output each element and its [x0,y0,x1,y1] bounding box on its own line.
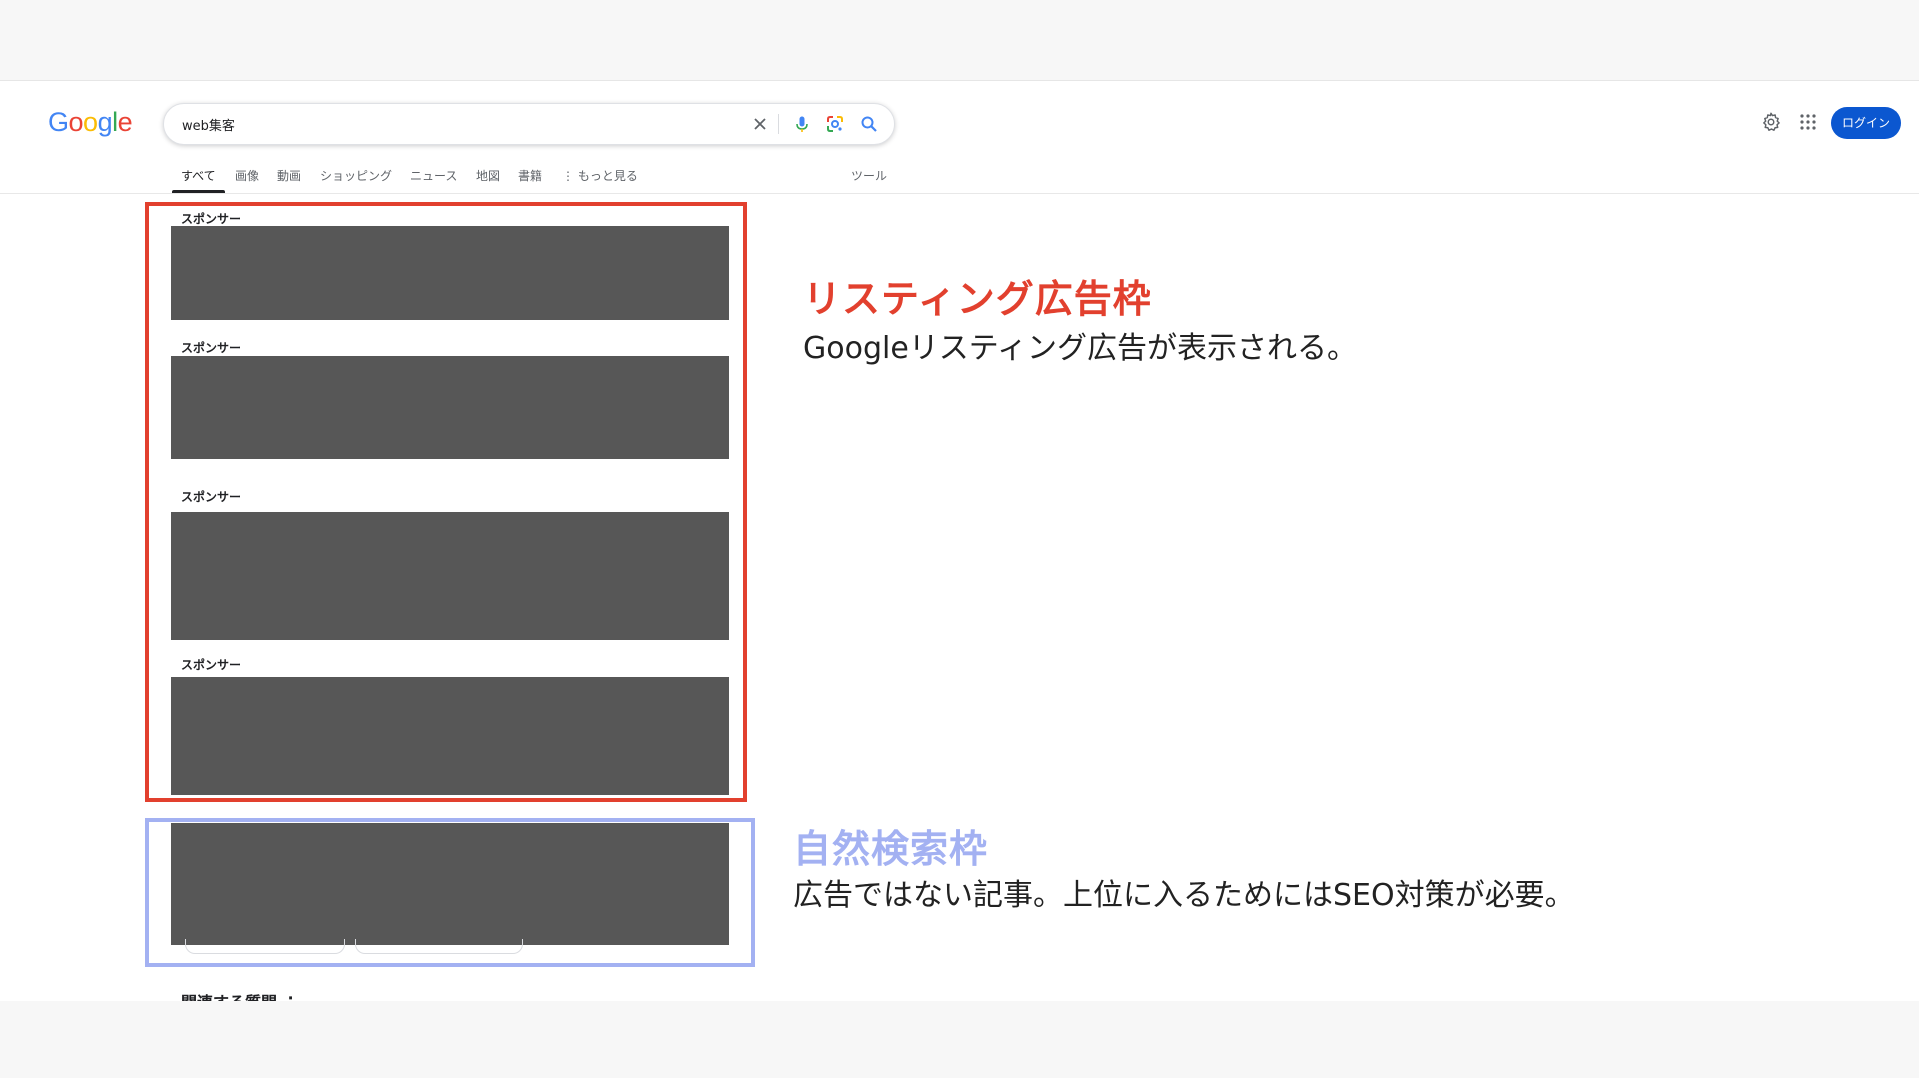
tab-news[interactable]: ニュース [410,167,457,184]
listing-ad-frame [145,202,747,802]
header-divider [0,193,1919,194]
tab-images[interactable]: 画像 [235,167,259,184]
google-logo[interactable]: Google [48,107,133,138]
lens-icon[interactable] [825,114,845,134]
organic-annotation-title: 自然検索枠 [793,827,989,871]
related-questions-heading: 関連する質問 ⋮ [181,989,299,1001]
gear-icon[interactable] [1760,111,1782,133]
tab-more[interactable]: ⋮ もっと見る [562,167,638,184]
organic-search-frame [145,818,755,967]
tab-shopping[interactable]: ショッピング [320,167,392,184]
clear-icon[interactable] [750,114,770,134]
tab-books[interactable]: 書籍 [518,167,542,184]
search-divider [778,114,779,134]
listing-annotation-desc: Googleリスティング広告が表示される。 [803,331,1357,366]
tools-button[interactable]: ツール [851,167,887,184]
listing-annotation-title: リスティング広告枠 [803,277,1152,321]
login-button[interactable]: ログイン [1831,107,1901,139]
tab-videos[interactable]: 動画 [277,167,301,184]
search-icon[interactable] [859,114,879,134]
mic-icon[interactable] [792,114,812,134]
tab-maps[interactable]: 地図 [476,167,500,184]
organic-annotation-desc: 広告ではない記事。上位に入るためにはSEO対策が必要。 [793,878,1575,913]
apps-grid-icon[interactable] [1799,113,1817,131]
search-input[interactable] [182,113,702,135]
tab-all[interactable]: すべて [181,167,216,184]
search-bar [163,103,895,145]
